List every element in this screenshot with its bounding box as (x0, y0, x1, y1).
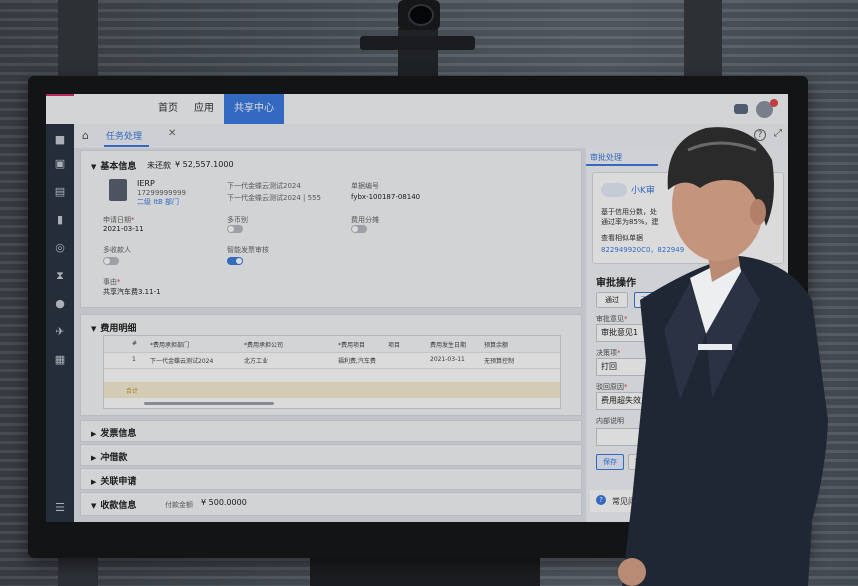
inner-note-label: 内部说明 (596, 417, 624, 425)
col-budget: 预算余额 (484, 342, 509, 349)
col-item: *费用项目 (338, 342, 366, 349)
col-project: 项目 (388, 342, 401, 349)
ai-review-card: 小K审 基于信用分数，处 通过率为85%，建 查看相似单据 822949920C… (592, 172, 784, 264)
ai-line-2: 通过率为85%，建 (601, 218, 659, 226)
reject-button[interactable]: 不通过 (634, 292, 668, 308)
multi-payee-toggle[interactable] (103, 257, 119, 265)
section-payment[interactable]: ▼ 收款信息 付款金额 ¥ 500.0000 (80, 492, 582, 516)
col-index: # (132, 340, 138, 347)
user-photo (109, 179, 127, 201)
bill-form: ▼ 基本信息 未还款 ¥ 52,557.1000 IERP 17299999999… (80, 150, 584, 522)
table-row[interactable]: 1 下一代金蝶云测试2024 北方工业 福利费,汽车费 2021-03-11 无… (104, 352, 560, 369)
left-sidebar: ■ ▣ ▤ ▮ ◎ ⧗ ● ✈ ▦ ☰ (46, 124, 74, 522)
fullscreen-icon[interactable]: ⤢ (774, 128, 782, 139)
multi-currency-toggle[interactable] (227, 225, 243, 233)
menu-icon[interactable]: ☰ (54, 502, 66, 514)
subtotal-row: 合计 (104, 382, 560, 398)
refresh-icon[interactable]: ◎ (54, 242, 66, 254)
opinion-field[interactable]: 审批意见1 (596, 324, 682, 342)
payment-amount: ¥ 500.0000 (201, 498, 247, 507)
expense-card: ▼ 费用明细 # *费用承担部门 *费用承担公司 *费用项目 项目 费用发生日期 … (80, 314, 582, 416)
nav-apps[interactable]: 应用 (194, 94, 214, 124)
cost-share-label: 费用分摊 (351, 216, 379, 224)
similar-bills-label: 查看相似单据 (601, 234, 643, 242)
tab-bar: ⌂ 任务处理 ✕ ? ⤢ (74, 124, 788, 148)
user-name: IERP (137, 179, 155, 188)
total-amount: ¥ 52,557.1000 (175, 160, 234, 169)
payment-label: 付款金额 (165, 501, 193, 509)
ai-logo-icon (601, 183, 627, 197)
inner-note-field[interactable] (596, 428, 682, 446)
reason-label: 事由* (103, 278, 121, 286)
reason-value: 共享汽车费3.11-1 (103, 288, 161, 296)
status-badge: 未还款 (147, 161, 171, 170)
user-phone: 17299999999 (137, 189, 186, 197)
section-expense[interactable]: ▼ 费用明细 (91, 321, 136, 334)
bookmark-icon[interactable]: ▮ (54, 214, 66, 226)
display-screen: 首页 应用 共享中心 ■ ▣ ▤ ▮ ◎ ⧗ ● ✈ ▦ ☰ ⌂ 任务处理 ✕ … (46, 94, 788, 522)
date-label: 申请日期* (103, 216, 135, 224)
section-related[interactable]: ▶ 关联申请 (80, 468, 582, 490)
submit-button[interactable]: 提交 (628, 454, 656, 470)
basic-info-card: ▼ 基本信息 未还款 ¥ 52,557.1000 IERP 17299999999… (80, 150, 582, 308)
save-button[interactable]: 保存 (596, 454, 624, 470)
approval-panel: 审批处理 小K审 基于信用分数，处 通过率为85%，建 查看相似单据 82294… (586, 148, 788, 522)
nav-home[interactable]: 首页 (158, 94, 178, 124)
faq-bar[interactable]: ? 常见问题 (590, 490, 784, 512)
multi-currency-label: 多币别 (227, 216, 248, 224)
display-stand (310, 556, 540, 586)
conference-camera (398, 0, 440, 30)
plane-icon[interactable]: ✈ (54, 326, 66, 338)
section-basic-info[interactable]: ▼ 基本信息 (91, 159, 136, 172)
home-icon[interactable]: ⌂ (82, 129, 89, 142)
reject-reason-select[interactable]: 费用超失效 (596, 392, 682, 410)
col-company: *费用承担公司 (244, 342, 284, 349)
message-icon[interactable] (734, 104, 748, 114)
section-invoice[interactable]: ▶ 发票信息 (80, 420, 582, 442)
cart-icon[interactable]: ▤ (54, 186, 66, 198)
decision-select[interactable]: 打回 (596, 358, 682, 376)
checklist-icon[interactable]: ▣ (54, 158, 66, 170)
calendar-icon[interactable]: ▦ (54, 354, 66, 366)
approve-button[interactable]: 通过 (596, 292, 628, 308)
opinion-label: 审批意见* (596, 315, 628, 323)
close-icon[interactable]: ✕ (168, 128, 176, 139)
bag-icon[interactable]: ■ (54, 134, 66, 146)
section-loan-offset[interactable]: ▶ 冲借款 (80, 444, 582, 466)
company-name: 下一代金蝶云测试2024 (227, 182, 301, 190)
tab-task[interactable]: 任务处理 (106, 129, 142, 142)
help-icon[interactable]: ? (754, 129, 766, 141)
question-icon: ? (596, 495, 606, 505)
multi-payee-label: 多收款人 (103, 246, 131, 254)
billno-label: 单据编号 (351, 182, 379, 190)
top-nav: 首页 应用 共享中心 (46, 94, 788, 124)
similar-bills-links[interactable]: 822949920C0，822949 (601, 245, 684, 255)
faq-label: 常见问题 (612, 497, 644, 506)
tab-approval[interactable]: 审批处理 (590, 152, 622, 163)
reject-reason-label: 驳回原因* (596, 383, 628, 391)
cost-share-toggle[interactable] (351, 225, 367, 233)
decision-label: 决策项* (596, 349, 621, 357)
hourglass-icon[interactable]: ⧗ (54, 270, 66, 282)
company-sub: 下一代金蝶云测试2024 | 555 (227, 194, 321, 202)
approval-heading: 审批操作 (596, 278, 636, 289)
smart-audit-label: 智能发票审核 (227, 246, 269, 254)
expense-table: # *费用承担部门 *费用承担公司 *费用项目 项目 费用发生日期 预算余额 1… (103, 335, 561, 409)
user-icon[interactable]: ● (54, 298, 66, 310)
billno: fybx-100187-08140 (351, 193, 421, 201)
user-dept[interactable]: 二级 ItB 部门 (137, 197, 179, 207)
col-dept: *费用承担部门 (150, 342, 190, 349)
table-header: # *费用承担部门 *费用承担公司 *费用项目 项目 费用发生日期 预算余额 (104, 336, 560, 353)
col-date: 费用发生日期 (430, 342, 467, 349)
notification-badge (770, 99, 778, 107)
camera-bracket (360, 36, 475, 50)
ai-title: 小K审 (631, 186, 655, 196)
date-value: 2021-03-11 (103, 225, 144, 233)
smart-audit-toggle[interactable] (227, 257, 243, 265)
nav-shared-center[interactable]: 共享中心 (224, 94, 284, 124)
table-scrollbar[interactable] (144, 402, 274, 405)
meeting-room-photo: 首页 应用 共享中心 ■ ▣ ▤ ▮ ◎ ⧗ ● ✈ ▦ ☰ ⌂ 任务处理 ✕ … (0, 0, 858, 586)
ai-line-1: 基于信用分数，处 (601, 208, 657, 216)
